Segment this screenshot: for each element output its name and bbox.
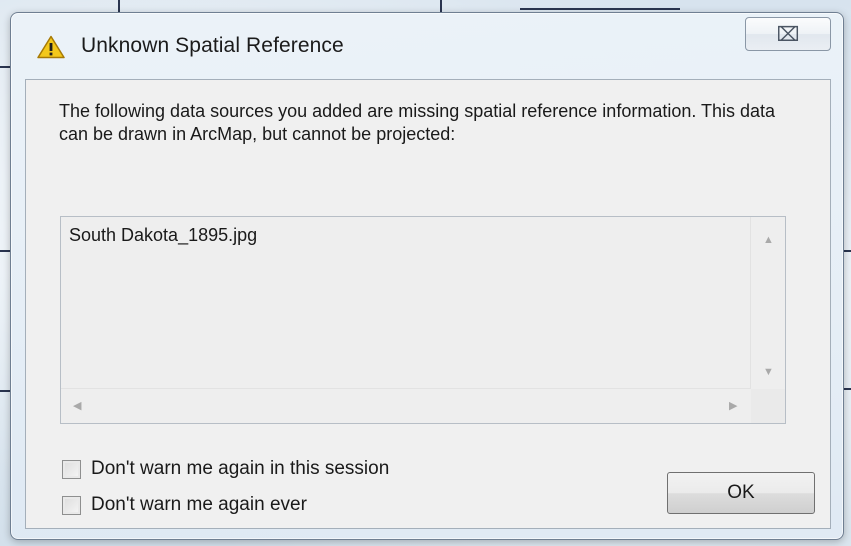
message-text: The following data sources you added are…: [59, 101, 776, 144]
map-line: [0, 66, 10, 68]
scroll-left-icon[interactable]: ◀: [73, 401, 81, 412]
list-item[interactable]: South Dakota_1895.jpg: [69, 225, 751, 246]
dont-warn-session-checkbox-row[interactable]: Don't warn me again in this session: [62, 458, 389, 480]
scroll-down-icon[interactable]: ▼: [763, 367, 774, 378]
spatial-reference-dialog: Unknown Spatial Reference ⌧ The followin…: [10, 12, 844, 540]
dont-warn-ever-label: Don't warn me again ever: [91, 494, 307, 515]
close-button[interactable]: ⌧: [745, 17, 831, 51]
ok-button[interactable]: OK: [667, 472, 815, 514]
scroll-right-icon[interactable]: ▶: [729, 401, 737, 412]
ok-label: OK: [727, 482, 755, 503]
horizontal-scrollbar[interactable]: ◀ ▶: [61, 388, 751, 423]
dialog-title: Unknown Spatial Reference: [81, 34, 344, 57]
map-line: [0, 390, 10, 392]
scroll-corner: [751, 389, 785, 423]
map-line: [0, 250, 10, 252]
scroll-up-icon[interactable]: ▲: [763, 235, 774, 246]
map-line: [520, 8, 680, 10]
warning-icon: [37, 35, 65, 59]
map-line: [118, 0, 120, 12]
close-icon: ⌧: [776, 23, 800, 46]
map-line: [843, 250, 851, 252]
dont-warn-session-label: Don't warn me again in this session: [91, 458, 390, 479]
data-sources-list[interactable]: South Dakota_1895.jpg ▲ ▼ ◀ ▶: [60, 216, 786, 424]
vertical-scrollbar[interactable]: ▲ ▼: [750, 217, 785, 389]
dialog-content: The following data sources you added are…: [25, 79, 831, 529]
list-content: South Dakota_1895.jpg: [61, 217, 751, 389]
map-line: [843, 388, 851, 390]
map-line: [440, 0, 442, 12]
dont-warn-ever-checkbox-row[interactable]: Don't warn me again ever: [62, 494, 307, 516]
title-bar: Unknown Spatial Reference ⌧: [11, 13, 843, 75]
dont-warn-ever-checkbox[interactable]: [62, 495, 81, 515]
dont-warn-session-checkbox[interactable]: [62, 459, 81, 479]
